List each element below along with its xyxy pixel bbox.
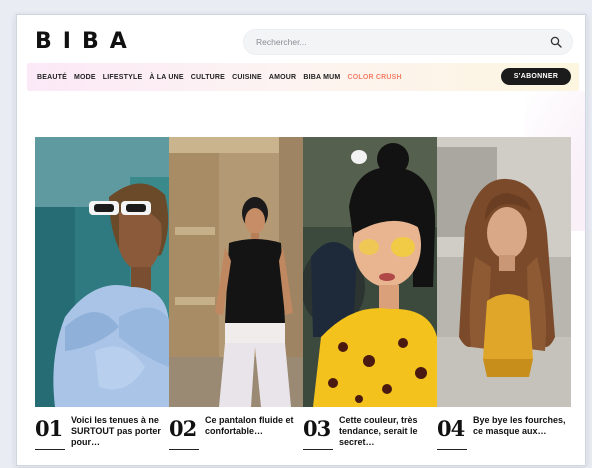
nav-item-a-la-une[interactable]: À LA UNE — [149, 74, 183, 81]
article-caption: 03 Cette couleur, très tendance, serait … — [303, 413, 437, 453]
article-photo[interactable] — [303, 137, 437, 407]
article-caption: 02 Ce pantalon fluide et confortable… — [169, 413, 303, 453]
number-underline — [169, 449, 199, 450]
search-bar[interactable] — [243, 29, 573, 55]
article-title[interactable]: Voici les tenues à ne SURTOUT pas porter… — [71, 413, 167, 453]
page-frame: BIBA BEAUTÉ MODE LIFESTYLE À LA UNE CULT… — [16, 14, 586, 466]
article-number: 02 — [169, 416, 197, 441]
article-card[interactable]: 04 Bye bye les fourches, ce masque aux… — [437, 137, 571, 455]
nav-item-biba-mum[interactable]: BIBA MUM — [303, 74, 340, 81]
article-card[interactable]: 02 Ce pantalon fluide et confortable… — [169, 137, 303, 455]
article-grid: 01 Voici les tenues à ne SURTOUT pas por… — [35, 137, 571, 455]
article-card[interactable]: 01 Voici les tenues à ne SURTOUT pas por… — [35, 137, 169, 455]
subscribe-button[interactable]: S'ABONNER — [501, 68, 571, 85]
article-number: 03 — [303, 416, 331, 441]
nav-item-cuisine[interactable]: CUISINE — [232, 74, 262, 81]
number-underline — [303, 449, 333, 450]
article-caption: 04 Bye bye les fourches, ce masque aux… — [437, 413, 571, 453]
nav-items: BEAUTÉ MODE LIFESTYLE À LA UNE CULTURE C… — [37, 63, 402, 91]
article-card[interactable]: 03 Cette couleur, très tendance, serait … — [303, 137, 437, 455]
number-underline — [35, 449, 65, 450]
article-photo[interactable] — [437, 137, 571, 407]
article-photo[interactable] — [35, 137, 169, 407]
article-title[interactable]: Bye bye les fourches, ce masque aux… — [473, 413, 569, 453]
main-nav: BEAUTÉ MODE LIFESTYLE À LA UNE CULTURE C… — [27, 63, 579, 91]
nav-item-beaute[interactable]: BEAUTÉ — [37, 74, 67, 81]
article-number: 01 — [35, 416, 63, 441]
article-number: 04 — [437, 416, 465, 441]
article-caption: 01 Voici les tenues à ne SURTOUT pas por… — [35, 413, 169, 453]
search-input[interactable] — [256, 30, 536, 54]
search-icon[interactable] — [550, 36, 562, 48]
article-title[interactable]: Cette couleur, très tendance, serait le … — [339, 413, 435, 453]
number-underline — [437, 449, 467, 450]
biba-logo[interactable]: BIBA — [35, 29, 138, 54]
article-photo[interactable] — [169, 137, 303, 407]
nav-item-mode[interactable]: MODE — [74, 74, 96, 81]
nav-item-color-crush[interactable]: COLOR CRUSH — [347, 74, 401, 81]
nav-item-culture[interactable]: CULTURE — [191, 74, 225, 81]
nav-item-amour[interactable]: AMOUR — [269, 74, 296, 81]
nav-item-lifestyle[interactable]: LIFESTYLE — [103, 74, 143, 81]
article-title[interactable]: Ce pantalon fluide et confortable… — [205, 413, 301, 453]
